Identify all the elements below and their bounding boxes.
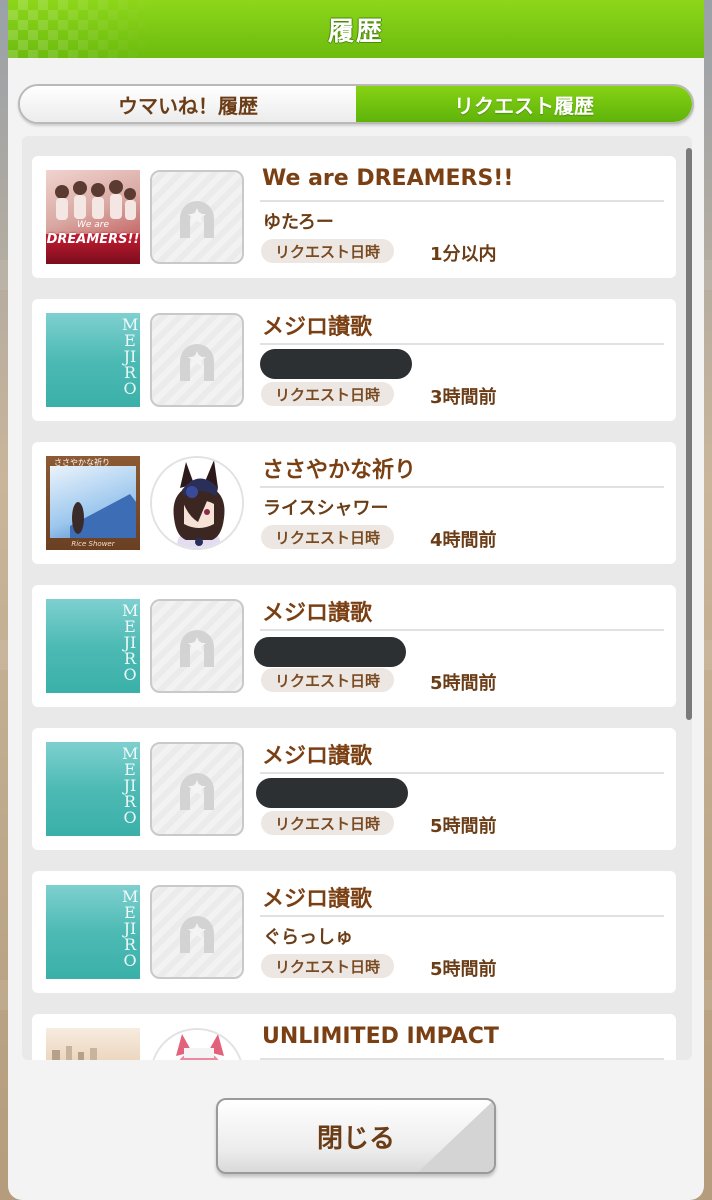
song-title: We are DREAMERS!! bbox=[262, 166, 514, 191]
request-time-value: 3時間前 bbox=[430, 387, 497, 408]
song-jacket-image: MEJIRO bbox=[46, 313, 140, 407]
list-item[interactable]: ささやかな祈り Rice Shower ささやかな祈り ライスシャワー リクエス… bbox=[32, 442, 676, 564]
close-button-label: 閉じる bbox=[316, 1123, 395, 1154]
tab-umaine-history[interactable]: ウマいね！履歴 bbox=[20, 86, 356, 122]
song-title: UNLIMITED IMPACT bbox=[262, 1024, 499, 1049]
divider bbox=[260, 486, 664, 488]
divider bbox=[260, 1058, 664, 1060]
horseshoe-icon bbox=[180, 630, 214, 667]
request-time-value: 5時間前 bbox=[430, 673, 497, 694]
jacket-text: MEJIRO bbox=[122, 887, 139, 970]
request-list[interactable]: We are DREAMERS!! We are DREAMERS!! ゆたろー… bbox=[22, 136, 692, 1060]
dialog-header: 履歴 bbox=[8, 0, 704, 58]
jacket-text: We are bbox=[76, 220, 110, 230]
redacted-requester-name bbox=[260, 349, 412, 379]
song-jacket-image bbox=[46, 1028, 140, 1060]
list-item[interactable]: MEJIRO メジロ讃歌 ぐらっしゅ リクエスト日時 5時間前 bbox=[32, 871, 676, 993]
request-time-value: 5時間前 bbox=[430, 959, 497, 980]
request-time-label: リクエスト日時 bbox=[261, 239, 395, 263]
divider bbox=[260, 343, 664, 345]
history-tabs: ウマいね！履歴 リクエスト履歴 bbox=[18, 84, 694, 124]
button-gloss-decoration bbox=[418, 1100, 494, 1172]
song-title: メジロ讃歌 bbox=[262, 744, 373, 769]
list-item[interactable]: MEJIRO メジロ讃歌 リクエスト日時 3時間前 bbox=[32, 299, 676, 421]
character-avatar bbox=[150, 456, 244, 550]
character-avatar bbox=[150, 1028, 244, 1060]
song-jacket-image: ささやかな祈り Rice Shower bbox=[46, 456, 140, 550]
song-title: ささやかな祈り bbox=[262, 458, 417, 483]
empty-avatar-slot bbox=[150, 599, 244, 693]
list-scrollbar[interactable] bbox=[686, 148, 692, 720]
song-title: メジロ讃歌 bbox=[262, 315, 373, 340]
song-title: メジロ讃歌 bbox=[262, 601, 373, 626]
empty-avatar-slot bbox=[150, 170, 244, 264]
list-item[interactable]: We are DREAMERS!! We are DREAMERS!! ゆたろー… bbox=[32, 156, 676, 278]
empty-avatar-slot bbox=[150, 885, 244, 979]
horseshoe-icon bbox=[180, 344, 214, 381]
list-item[interactable]: UNLIMITED IMPACT bbox=[32, 1014, 676, 1060]
jacket-text: DREAMERS!! bbox=[46, 232, 140, 247]
divider bbox=[260, 200, 664, 202]
divider bbox=[260, 772, 664, 774]
redacted-requester-name bbox=[256, 778, 408, 808]
horseshoe-icon bbox=[180, 201, 214, 238]
request-time-value: 1分以内 bbox=[430, 244, 497, 265]
redacted-requester-name bbox=[254, 637, 406, 667]
tab-request-history[interactable]: リクエスト履歴 bbox=[356, 86, 692, 122]
request-history-dialog: 履歴 ウマいね！履歴 リクエスト履歴 We are DREAMERS!! We … bbox=[8, 0, 704, 1200]
request-time-value: 4時間前 bbox=[430, 530, 497, 551]
divider bbox=[260, 915, 664, 917]
song-jacket-image: We are DREAMERS!! bbox=[46, 170, 140, 264]
requester-name: ゆたろー bbox=[263, 212, 334, 233]
request-time-value: 5時間前 bbox=[430, 816, 497, 837]
list-item[interactable]: MEJIRO メジロ讃歌 リクエスト日時 5時間前 bbox=[32, 585, 676, 707]
divider bbox=[260, 629, 664, 631]
song-title: メジロ讃歌 bbox=[262, 887, 373, 912]
horseshoe-icon bbox=[180, 773, 214, 810]
jacket-text: ささやかな祈り bbox=[54, 458, 110, 467]
list-item[interactable]: MEJIRO メジロ讃歌 リクエスト日時 5時間前 bbox=[32, 728, 676, 850]
requester-name: ライスシャワー bbox=[263, 498, 389, 519]
empty-avatar-slot bbox=[150, 313, 244, 407]
close-button[interactable]: 閉じる bbox=[216, 1098, 496, 1174]
dialog-title: 履歴 bbox=[327, 16, 384, 47]
horseshoe-icon bbox=[180, 916, 214, 953]
jacket-text: MEJIRO bbox=[122, 601, 139, 684]
request-time-label: リクエスト日時 bbox=[261, 382, 395, 406]
request-time-label: リクエスト日時 bbox=[261, 525, 395, 549]
jacket-text: Rice Shower bbox=[71, 540, 115, 548]
request-time-label: リクエスト日時 bbox=[261, 668, 395, 692]
jacket-text: MEJIRO bbox=[122, 744, 139, 827]
request-time-label: リクエスト日時 bbox=[261, 954, 395, 978]
requester-name: ぐらっしゅ bbox=[263, 927, 353, 948]
jacket-text: MEJIRO bbox=[122, 315, 139, 398]
song-jacket-image: MEJIRO bbox=[46, 885, 140, 979]
empty-avatar-slot bbox=[150, 742, 244, 836]
song-jacket-image: MEJIRO bbox=[46, 599, 140, 693]
song-jacket-image: MEJIRO bbox=[46, 742, 140, 836]
request-time-label: リクエスト日時 bbox=[261, 811, 395, 835]
